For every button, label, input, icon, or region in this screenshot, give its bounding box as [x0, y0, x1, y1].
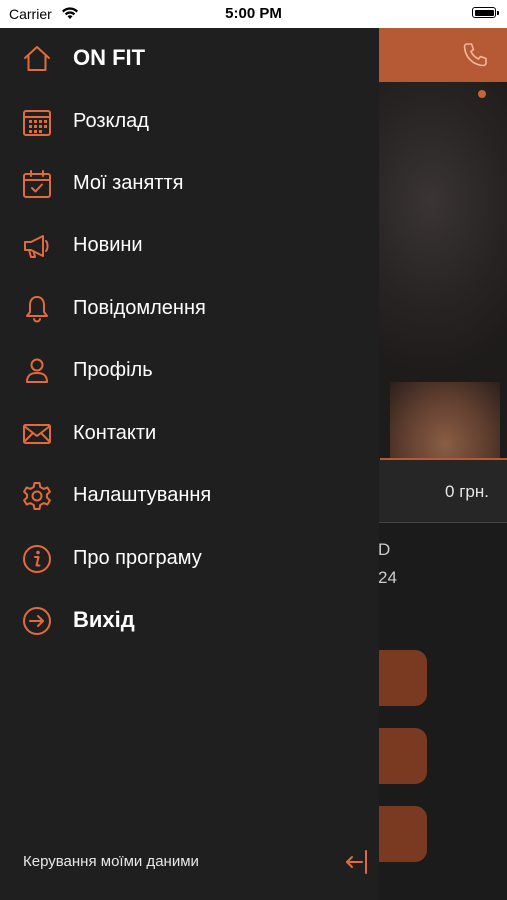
- collapse-drawer-icon[interactable]: [343, 848, 371, 876]
- menu-item-logout[interactable]: Вихід: [0, 596, 379, 646]
- user-icon: [26, 358, 48, 383]
- logout-arrow-icon: [23, 607, 51, 635]
- bell-icon: [26, 296, 48, 323]
- menu-label: Повідомлення: [73, 297, 206, 319]
- menu-item-settings[interactable]: Налаштування: [0, 471, 379, 521]
- calendar-grid-icon: [23, 110, 51, 136]
- menu-label: Налаштування: [73, 484, 212, 506]
- menu-item-profile[interactable]: Профіль: [0, 346, 379, 396]
- price-value: 0 грн.: [445, 482, 489, 501]
- battery-icon: [472, 7, 499, 18]
- menu-label: Новини: [73, 234, 143, 256]
- side-drawer: ON FIT Розклад Мої заняття Новини Повідо…: [0, 28, 379, 900]
- gear-icon: [23, 482, 51, 510]
- phone-icon[interactable]: [460, 40, 490, 70]
- home-icon: [24, 46, 50, 71]
- calendar-check-icon: [23, 170, 51, 198]
- menu-item-home[interactable]: ON FIT: [0, 34, 379, 84]
- menu-label: Мої заняття: [73, 172, 184, 194]
- manage-data-link[interactable]: Керування моїми даними: [23, 853, 199, 870]
- info-icon: [23, 545, 51, 573]
- menu-item-my-classes[interactable]: Мої заняття: [0, 159, 379, 209]
- menu-label: Вихід: [73, 607, 135, 632]
- menu-item-news[interactable]: Новини: [0, 221, 379, 271]
- menu-item-schedule[interactable]: Розклад: [0, 97, 379, 147]
- drawer-footer: Керування моїми даними: [0, 840, 379, 900]
- background-text: 24: [378, 568, 397, 587]
- menu-label: Контакти: [73, 422, 157, 444]
- menu-label: ON FIT: [73, 45, 146, 70]
- menu-label: Профіль: [73, 359, 153, 381]
- page-indicator-dot: [478, 90, 486, 98]
- menu-label: Про програму: [73, 547, 202, 569]
- clock: 5:00 PM: [225, 5, 282, 22]
- envelope-icon: [23, 424, 51, 444]
- menu-item-notifications[interactable]: Повідомлення: [0, 284, 379, 334]
- menu-item-contacts[interactable]: Контакти: [0, 409, 379, 459]
- background-text: D: [378, 540, 391, 559]
- megaphone-icon: [24, 235, 49, 258]
- menu-label: Розклад: [73, 110, 149, 132]
- status-bar: Carrier 5:00 PM: [0, 0, 507, 28]
- menu-item-about[interactable]: Про програму: [0, 534, 379, 584]
